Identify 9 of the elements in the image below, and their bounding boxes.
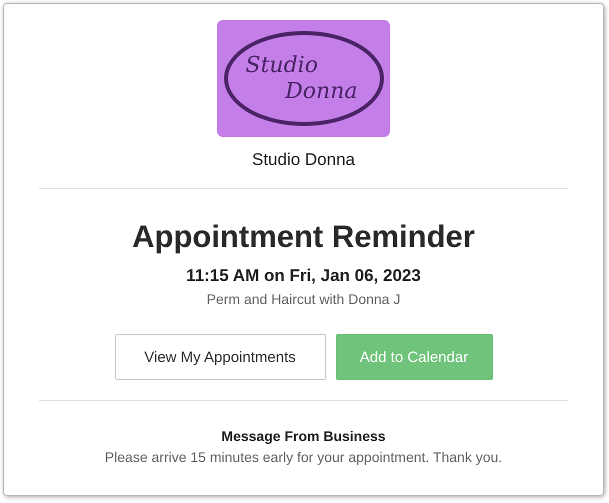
service-text: Perm and Haircut with Donna J: [206, 291, 400, 307]
message-heading: Message From Business: [221, 428, 386, 444]
view-appointments-button[interactable]: View My Appointments: [114, 334, 326, 380]
appointment-time: 11:15 AM on Fri, Jan 06, 2023: [186, 266, 421, 286]
business-name: Studio Donna: [252, 150, 356, 170]
message-text: Please arrive 15 minutes early for your appointment. Thank you.: [104, 449, 502, 465]
logo-text: Donna: [285, 78, 358, 104]
logo-text: Studio: [246, 52, 318, 78]
title: Appointment Reminder: [132, 219, 475, 255]
